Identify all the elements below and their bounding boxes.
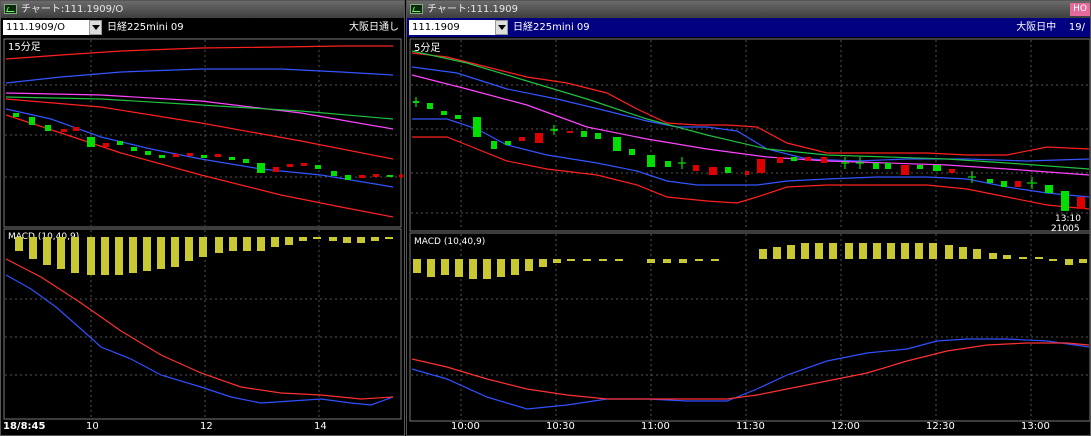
price-panel: 5分足 13:10 21005 [409, 38, 1090, 234]
chart-toolbar: 111.1909/O 日経225mini 09 大阪日通し [1, 18, 404, 37]
session-date: 19/ [1068, 22, 1085, 33]
window-title: チャート:111.1909 [427, 4, 518, 15]
chart-window-left[interactable]: チャート:111.1909/O 111.1909/O 日経225mini 09 … [0, 0, 405, 436]
time-axis: 18/8:45 10 12 14 [3, 421, 327, 432]
x-tick: 11:30 [736, 421, 765, 432]
window-title: チャート:111.1909/O [21, 4, 124, 15]
start-date-label: 18/8:45 [3, 421, 45, 432]
macd-histogram [15, 237, 393, 275]
instrument-name: 日経225mini 09 [513, 22, 590, 33]
macd-label: MACD (10,40,9) [414, 237, 485, 247]
macd-histogram [413, 243, 1087, 279]
x-tick: 10:00 [451, 421, 480, 432]
chart-app-icon [4, 4, 17, 14]
chart-app-icon [410, 4, 423, 14]
last-time-label: 13:10 [1055, 214, 1081, 224]
price-panel: 15分足 [3, 38, 403, 228]
price-chart-left[interactable]: 15分足 18/8:45 10 12 14 [1, 37, 405, 436]
macd-panel: MACD (10,40,9) [409, 232, 1090, 422]
x-tick: 12:30 [926, 421, 955, 432]
symbol-dropdown-button[interactable] [495, 20, 508, 35]
instrument-name: 日経225mini 09 [107, 22, 184, 33]
session-name: 大阪日中 [1016, 22, 1057, 33]
chart-window-right[interactable]: チャート:111.1909 HO 111.1909 日経225mini 09 大… [406, 0, 1091, 436]
x-tick: 13:00 [1021, 421, 1050, 432]
session-label: 大阪日中 19/ [1016, 18, 1085, 37]
time-axis: 10:00 10:30 11:00 11:30 12:00 12:30 13:0… [451, 421, 1050, 432]
x-tick: 14 [314, 421, 327, 432]
title-bar[interactable]: チャート:111.1909 HO [407, 1, 1090, 18]
x-tick: 12:00 [831, 421, 860, 432]
corner-tag[interactable]: HO [1070, 3, 1090, 16]
symbol-dropdown-button[interactable] [89, 20, 102, 35]
candles [413, 101, 1085, 211]
x-tick: 10:30 [546, 421, 575, 432]
candles [13, 113, 403, 180]
timeframe-label: 15分足 [8, 41, 41, 53]
price-chart-right[interactable]: 5分足 13:10 21005 MACD (10,40,9) 10:00 10:… [407, 37, 1091, 436]
symbol-input[interactable]: 111.1909 [409, 20, 495, 35]
session-label: 大阪日通し [349, 22, 399, 33]
title-bar[interactable]: チャート:111.1909/O [1, 1, 404, 18]
macd-panel: MACD (10,40,9) [3, 228, 402, 420]
chart-toolbar: 111.1909 日経225mini 09 大阪日中 19/ [407, 18, 1090, 37]
x-tick: 11:00 [641, 421, 670, 432]
x-tick: 10 [86, 421, 99, 432]
x-tick: 12 [200, 421, 213, 432]
symbol-input[interactable]: 111.1909/O [3, 20, 89, 35]
